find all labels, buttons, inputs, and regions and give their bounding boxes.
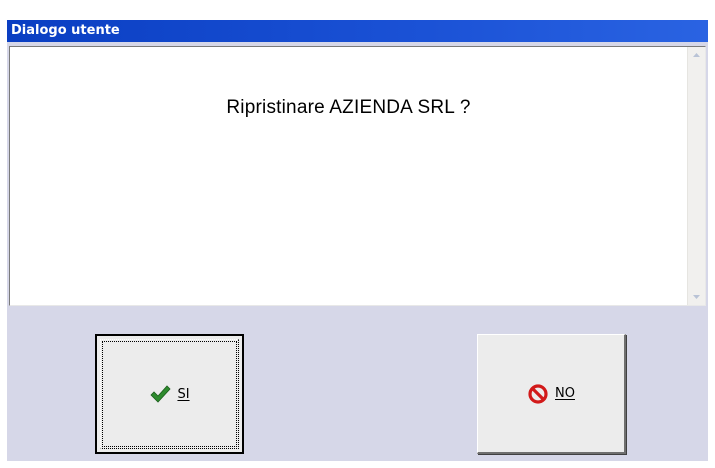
title-bar[interactable]: Dialogo utente — [7, 20, 708, 42]
scroll-down-button[interactable] — [688, 288, 705, 305]
vertical-scrollbar[interactable] — [687, 47, 705, 305]
scroll-up-arrow-icon — [693, 53, 700, 57]
message-panel: Ripristinare AZIENDA SRL ? — [9, 46, 706, 306]
dialog-window: Dialogo utente Ripristinare AZIENDA SRL … — [7, 20, 708, 461]
yes-button-label: SI — [177, 386, 190, 402]
scroll-down-arrow-icon — [693, 295, 700, 299]
window-title: Dialogo utente — [11, 23, 120, 38]
message-text: Ripristinare AZIENDA SRL ? — [226, 97, 471, 118]
no-button-label: NO — [555, 386, 575, 401]
prohibited-icon — [528, 383, 548, 404]
yes-button[interactable]: SI — [95, 334, 244, 454]
scroll-up-button[interactable] — [688, 47, 705, 64]
no-button[interactable]: NO — [477, 334, 626, 454]
checkmark-icon — [150, 385, 172, 403]
